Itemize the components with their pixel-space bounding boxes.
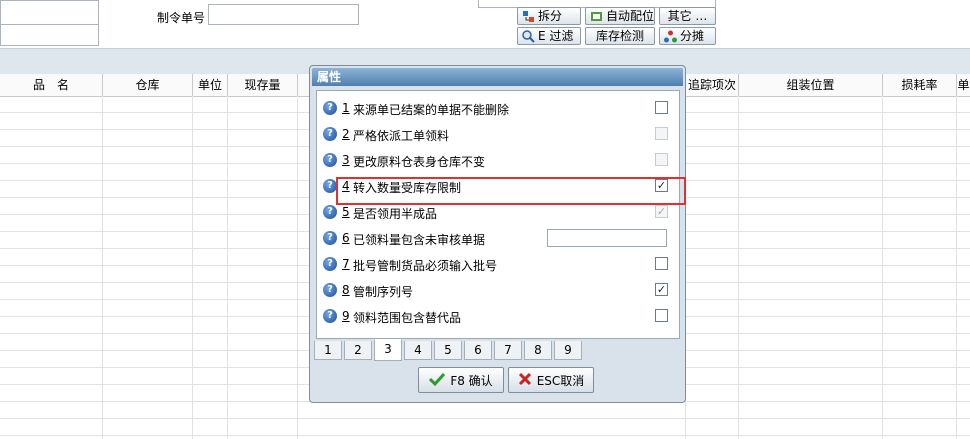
column-header-name[interactable]: 品 名 bbox=[0, 74, 103, 96]
split-icon bbox=[522, 10, 535, 23]
property-label: 已领料量包含未审核单据 bbox=[353, 233, 486, 247]
page-tabs: 123456789 bbox=[314, 339, 584, 361]
column-header-unit[interactable]: 单位 bbox=[193, 74, 228, 96]
property-number: 7 bbox=[342, 257, 350, 271]
split-button[interactable]: 拆分 bbox=[517, 7, 581, 25]
tab-4[interactable]: 4 bbox=[404, 341, 432, 360]
form-field-1[interactable] bbox=[0, 0, 99, 25]
properties-dialog: 属性 ? 1 来源单已结案的单据不能删除? 2 严格依派工单领料? 3 更改原料仓表身仓库不… bbox=[309, 65, 686, 403]
form-area: 制令单号 拆分 自动配位 其它 … E 过滤 库存检测 分摊 bbox=[0, 0, 970, 48]
apportion-label: 分摊 bbox=[680, 29, 705, 43]
property-number: 3 bbox=[342, 153, 350, 167]
property-label: 严格依派工单领料 bbox=[353, 129, 450, 143]
close-icon bbox=[518, 372, 532, 389]
property-row: ? 2 严格依派工单领料 bbox=[317, 121, 679, 147]
tab-9[interactable]: 9 bbox=[554, 341, 582, 360]
column-divider bbox=[882, 96, 883, 439]
confirm-button[interactable]: F8 确认 bbox=[418, 367, 504, 393]
property-checkbox bbox=[655, 127, 668, 140]
property-number: 5 bbox=[342, 205, 350, 219]
filter-button[interactable]: E 过滤 bbox=[517, 27, 581, 45]
property-number: 1 bbox=[342, 101, 350, 115]
stock-check-button[interactable]: 库存检测 bbox=[585, 27, 655, 45]
apportion-icon bbox=[664, 30, 677, 43]
property-row: ? 8 管制序列号 ✓ bbox=[317, 277, 679, 303]
help-icon[interactable]: ? bbox=[323, 205, 337, 219]
table-row[interactable] bbox=[0, 402, 970, 419]
auto-allocate-button[interactable]: 自动配位 bbox=[585, 7, 655, 25]
column-divider bbox=[738, 96, 739, 439]
column-header-stock-qty[interactable]: 现存量 bbox=[228, 74, 298, 96]
column-divider bbox=[297, 96, 298, 439]
dialog-title: 属性 bbox=[312, 68, 683, 86]
column-header-unit-price[interactable]: 单 bbox=[957, 74, 970, 96]
column-divider bbox=[102, 96, 103, 439]
stock-check-label: 库存检测 bbox=[595, 29, 644, 43]
tab-5[interactable]: 5 bbox=[434, 341, 462, 360]
tab-6[interactable]: 6 bbox=[464, 341, 492, 360]
help-icon[interactable]: ? bbox=[323, 231, 337, 245]
other-button[interactable]: 其它 … bbox=[659, 7, 716, 25]
property-label: 是否领用半成品 bbox=[353, 207, 438, 221]
column-divider bbox=[192, 96, 193, 439]
property-checkbox[interactable] bbox=[655, 101, 668, 114]
help-icon[interactable]: ? bbox=[323, 153, 337, 167]
table-row[interactable] bbox=[0, 419, 970, 436]
column-divider bbox=[956, 96, 957, 439]
confirm-label: F8 确认 bbox=[450, 373, 493, 388]
column-header-trace-item[interactable]: 追踪项次 bbox=[686, 74, 739, 96]
property-number: 6 bbox=[342, 231, 350, 245]
property-checkbox[interactable] bbox=[655, 257, 668, 270]
allocate-icon bbox=[590, 10, 603, 23]
property-checkbox: ✓ bbox=[655, 205, 668, 218]
property-number: 8 bbox=[342, 283, 350, 297]
property-label: 管制序列号 bbox=[353, 285, 414, 299]
split-label: 拆分 bbox=[538, 9, 563, 23]
tab-7[interactable]: 7 bbox=[494, 341, 522, 360]
property-label: 领料范围包含替代品 bbox=[353, 311, 462, 325]
apportion-button[interactable]: 分摊 bbox=[659, 27, 716, 45]
property-checkbox[interactable] bbox=[655, 309, 668, 322]
tab-8[interactable]: 8 bbox=[524, 341, 552, 360]
tab-2[interactable]: 2 bbox=[344, 341, 372, 360]
property-list: ? 1 来源单已结案的单据不能删除? 2 严格依派工单领料? 3 更改原料仓表身仓库不变? 4… bbox=[316, 90, 680, 339]
filter-label: E 过滤 bbox=[538, 29, 574, 43]
order-no-label: 制令单号 bbox=[157, 11, 206, 25]
column-header-loss-rate[interactable]: 损耗率 bbox=[883, 74, 957, 96]
tab-1[interactable]: 1 bbox=[314, 341, 342, 360]
cancel-label: ESC取消 bbox=[536, 373, 585, 388]
help-icon[interactable]: ? bbox=[323, 179, 337, 193]
auto-allocate-label: 自动配位 bbox=[606, 9, 655, 23]
column-header-warehouse[interactable]: 仓库 bbox=[103, 74, 193, 96]
property-input[interactable] bbox=[547, 229, 667, 247]
help-icon[interactable]: ? bbox=[323, 127, 337, 141]
property-label: 来源单已结案的单据不能删除 bbox=[353, 103, 510, 117]
highlight-box bbox=[336, 177, 686, 205]
property-row: ? 3 更改原料仓表身仓库不变 bbox=[317, 147, 679, 173]
property-checkbox[interactable]: ✓ bbox=[655, 283, 668, 296]
magnifier-icon bbox=[522, 29, 535, 43]
property-number: 9 bbox=[342, 309, 350, 323]
help-icon[interactable]: ? bbox=[323, 101, 337, 115]
cancel-button[interactable]: ESC取消 bbox=[508, 367, 594, 393]
property-checkbox bbox=[655, 153, 668, 166]
property-label: 更改原料仓表身仓库不变 bbox=[353, 155, 486, 169]
column-divider bbox=[227, 96, 228, 439]
property-row: ? 9 领料范围包含替代品 bbox=[317, 303, 679, 329]
help-icon[interactable]: ? bbox=[323, 309, 337, 323]
form-field-2[interactable] bbox=[0, 24, 99, 46]
help-icon[interactable]: ? bbox=[323, 257, 337, 271]
property-label: 批号管制货品必须输入批号 bbox=[353, 259, 498, 273]
help-icon[interactable]: ? bbox=[323, 283, 337, 297]
order-no-input[interactable] bbox=[208, 4, 359, 25]
property-row: ? 1 来源单已结案的单据不能删除 bbox=[317, 95, 679, 121]
property-row: ? 7 批号管制货品必须输入批号 bbox=[317, 251, 679, 277]
property-number: 2 bbox=[342, 127, 350, 141]
checkmark-icon bbox=[429, 372, 446, 389]
tab-3[interactable]: 3 bbox=[374, 339, 402, 361]
other-label: 其它 … bbox=[667, 9, 708, 23]
property-row: ? 6 已领料量包含未审核单据 bbox=[317, 225, 679, 251]
column-header-assembly-position[interactable]: 组装位置 bbox=[739, 74, 883, 96]
